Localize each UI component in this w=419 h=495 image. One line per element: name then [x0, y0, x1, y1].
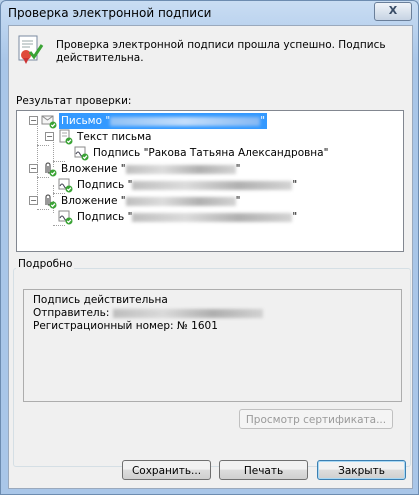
verification-tree[interactable]: − Письмо " " − Текст письма Подпись "Рак… [16, 110, 404, 252]
dialog-window: Проверка электронной подписи X Проверка … [0, 0, 419, 495]
tree-line [53, 225, 65, 226]
tree-node-attachment-1[interactable]: Вложение " " [59, 161, 242, 177]
text-document-icon [59, 129, 73, 145]
redacted-text [110, 116, 261, 126]
paperclip-icon [45, 162, 57, 177]
paperclip-icon [45, 194, 57, 209]
close-button[interactable]: Закрыть [317, 460, 406, 480]
tree-node-label: Вложение " " [61, 163, 241, 175]
tree-expander[interactable]: − [29, 196, 38, 205]
window-title: Проверка электронной подписи [8, 6, 212, 20]
tree-node-label: Подпись " " [77, 211, 298, 223]
view-certificate-button[interactable]: Просмотр сертификата... [239, 409, 393, 429]
envelope-signed-icon [41, 115, 57, 129]
tree-node-label: Письмо " " [57, 112, 269, 130]
tree-expander[interactable]: − [29, 116, 38, 125]
redacted-text [125, 196, 236, 206]
print-button[interactable]: Печать [219, 460, 308, 480]
tree-node-label: Вложение " " [61, 195, 241, 207]
document-checkmark-icon [18, 35, 44, 64]
close-window-button[interactable]: X [374, 2, 412, 21]
save-button[interactable]: Сохранить... [122, 460, 211, 480]
success-message: Проверка электронной подписи прошла успе… [56, 39, 386, 64]
tree-node-attachment-2[interactable]: Вложение " " [59, 193, 242, 209]
sender-line: Отправитель: [33, 307, 263, 320]
tree-line [37, 177, 49, 178]
tree-line [37, 209, 49, 210]
signature-checkmark-icon [58, 178, 73, 193]
details-group-label: Подробно [16, 258, 75, 270]
tree-node-body[interactable]: Текст письма [75, 129, 153, 145]
redacted-text [112, 308, 263, 318]
redacted-text [132, 180, 293, 190]
registration-number: Регистрационный номер: № 1601 [33, 320, 218, 332]
tree-node-label: Текст письма [77, 131, 152, 143]
redacted-text [132, 212, 293, 222]
details-box: Подпись действительна Отправитель: Регис… [23, 289, 402, 402]
tree-node-attachment-2-signature[interactable]: Подпись " " [75, 209, 299, 225]
tree-node-label: Подпись " " [77, 179, 298, 191]
signature-checkmark-icon [74, 146, 89, 161]
redacted-text [125, 164, 236, 174]
dialog-client-area: Проверка электронной подписи прошла успе… [8, 25, 413, 489]
tree-node-letter[interactable]: Письмо " " [57, 112, 269, 130]
tree-expander[interactable]: − [45, 132, 54, 141]
tree-node-label: Подпись "Ракова Татьяна Александровна" [93, 147, 329, 159]
signature-checkmark-icon [58, 210, 73, 225]
tree-node-body-signature[interactable]: Подпись "Ракова Татьяна Александровна" [91, 145, 330, 161]
tree-node-attachment-1-signature[interactable]: Подпись " " [75, 177, 299, 193]
signature-status: Подпись действительна [33, 294, 168, 306]
result-label: Результат проверки: [16, 95, 132, 107]
tree-expander[interactable]: − [29, 164, 38, 173]
title-bar[interactable]: Проверка электронной подписи X [1, 1, 418, 25]
tree-line [37, 145, 49, 146]
